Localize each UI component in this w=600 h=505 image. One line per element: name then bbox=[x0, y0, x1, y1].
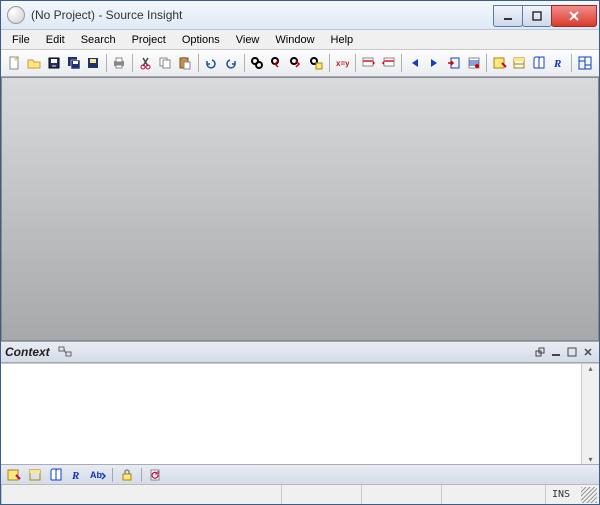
relation-button[interactable]: R bbox=[549, 51, 569, 75]
bottom-toolbar: R Ab bbox=[1, 464, 599, 484]
context-minimize-button[interactable] bbox=[549, 345, 563, 359]
toolbar-separator bbox=[329, 54, 330, 72]
window-buttons bbox=[494, 5, 597, 25]
context-panel-header: Context bbox=[1, 341, 599, 363]
menu-window[interactable]: Window bbox=[268, 33, 321, 47]
status-field-2 bbox=[361, 485, 441, 504]
close-button[interactable] bbox=[551, 5, 597, 27]
window-title: (No Project) - Source Insight bbox=[31, 8, 494, 22]
find-button[interactable] bbox=[248, 51, 268, 75]
maximize-button[interactable] bbox=[522, 5, 552, 27]
menu-view[interactable]: View bbox=[229, 33, 267, 47]
refresh-button[interactable] bbox=[147, 467, 165, 483]
print-button[interactable] bbox=[110, 51, 130, 75]
toolbar-separator bbox=[198, 54, 199, 72]
symbol-list-button[interactable] bbox=[5, 467, 23, 483]
menu-file[interactable]: File bbox=[5, 33, 37, 47]
menu-project[interactable]: Project bbox=[125, 33, 173, 47]
svg-text:x=y: x=y bbox=[336, 59, 349, 68]
redo-button[interactable] bbox=[221, 51, 241, 75]
find-prev-button[interactable] bbox=[267, 51, 287, 75]
svg-text:Ab: Ab bbox=[90, 470, 102, 480]
status-insert-mode: INS bbox=[545, 485, 581, 504]
toolbar-separator bbox=[141, 468, 142, 482]
project-window-button[interactable] bbox=[510, 51, 530, 75]
toolbar-separator bbox=[401, 54, 402, 72]
relation-bottom-button[interactable]: R bbox=[68, 467, 86, 483]
context-undock-button[interactable] bbox=[533, 345, 547, 359]
svg-text:R: R bbox=[553, 58, 561, 70]
search-files-button[interactable] bbox=[306, 51, 326, 75]
toolbar-separator bbox=[106, 54, 107, 72]
context-scrollbar[interactable]: ▴ ▾ bbox=[581, 364, 599, 464]
nav-forward-button[interactable] bbox=[425, 51, 445, 75]
minimize-button[interactable] bbox=[493, 5, 523, 27]
toolbar-separator bbox=[355, 54, 356, 72]
bookmark-next-button[interactable] bbox=[379, 51, 399, 75]
open-file-button[interactable] bbox=[25, 51, 45, 75]
new-file-button[interactable] bbox=[5, 51, 25, 75]
context-maximize-button[interactable] bbox=[565, 345, 579, 359]
main-toolbar: x=y R bbox=[1, 50, 599, 77]
context-panel-body: ▴ ▾ bbox=[1, 363, 599, 464]
go-to-line-button[interactable] bbox=[464, 51, 484, 75]
scroll-up-icon[interactable]: ▴ bbox=[588, 364, 592, 373]
jump-to-def-button[interactable] bbox=[444, 51, 464, 75]
undo-button[interactable] bbox=[202, 51, 222, 75]
save-as-button[interactable] bbox=[83, 51, 103, 75]
menu-edit[interactable]: Edit bbox=[39, 33, 72, 47]
status-field-1 bbox=[281, 485, 361, 504]
scroll-down-icon[interactable]: ▾ bbox=[588, 455, 592, 464]
toolbar-separator bbox=[571, 54, 572, 72]
paste-button[interactable] bbox=[175, 51, 195, 75]
save-all-button[interactable] bbox=[64, 51, 84, 75]
context-panel-title: Context bbox=[5, 345, 50, 359]
save-button[interactable] bbox=[44, 51, 64, 75]
menu-help[interactable]: Help bbox=[324, 33, 361, 47]
book-button[interactable] bbox=[47, 467, 65, 483]
status-field-3 bbox=[441, 485, 545, 504]
find-next-button[interactable] bbox=[287, 51, 307, 75]
main-window: (No Project) - Source Insight File Edit … bbox=[0, 0, 600, 505]
tile-windows-button[interactable] bbox=[575, 51, 595, 75]
menu-options[interactable]: Options bbox=[175, 33, 227, 47]
replace-button[interactable]: x=y bbox=[333, 51, 353, 75]
toolbar-separator bbox=[486, 54, 487, 72]
toolbar-separator bbox=[132, 54, 133, 72]
app-icon bbox=[7, 6, 25, 24]
lock-button[interactable] bbox=[118, 467, 136, 483]
statusbar: INS bbox=[1, 484, 599, 504]
copy-button[interactable] bbox=[156, 51, 176, 75]
nav-back-button[interactable] bbox=[405, 51, 425, 75]
file-list-button[interactable] bbox=[26, 467, 44, 483]
resize-grip-icon[interactable] bbox=[581, 487, 597, 503]
menu-search[interactable]: Search bbox=[74, 33, 123, 47]
toolbar-separator bbox=[112, 468, 113, 482]
context-sync-icon[interactable] bbox=[58, 345, 72, 359]
cut-button[interactable] bbox=[136, 51, 156, 75]
symbol-window-button[interactable] bbox=[490, 51, 510, 75]
rename-button[interactable]: Ab bbox=[89, 467, 107, 483]
reference-button[interactable] bbox=[529, 51, 549, 75]
titlebar: (No Project) - Source Insight bbox=[1, 1, 599, 30]
toolbar-separator bbox=[244, 54, 245, 72]
status-message bbox=[1, 485, 281, 504]
context-close-button[interactable] bbox=[581, 345, 595, 359]
bookmark-prev-button[interactable] bbox=[359, 51, 379, 75]
svg-text:R: R bbox=[71, 470, 79, 482]
workspace-area bbox=[1, 77, 599, 341]
menubar: File Edit Search Project Options View Wi… bbox=[1, 30, 599, 50]
